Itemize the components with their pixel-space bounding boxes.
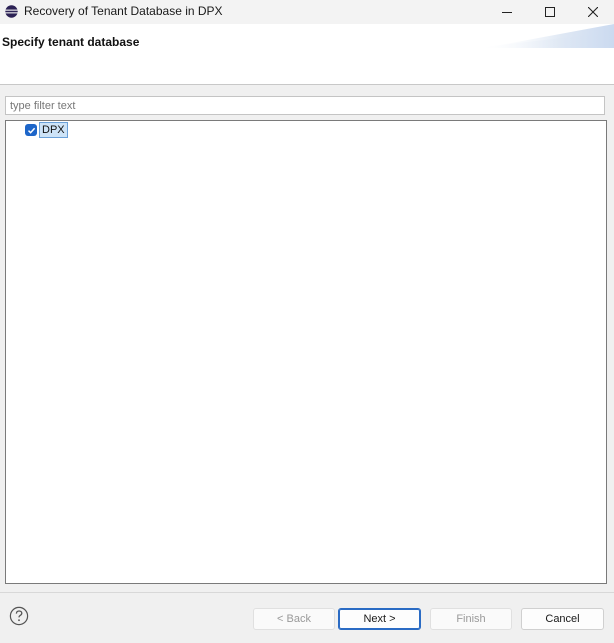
wizard-window: Recovery of Tenant Database in DPX Speci… (0, 0, 614, 643)
minimize-button[interactable] (485, 0, 529, 24)
eclipse-app-icon (5, 5, 18, 18)
finish-button[interactable]: Finish (430, 608, 512, 630)
title-bar: Recovery of Tenant Database in DPX (0, 0, 614, 24)
tree-item-dpx[interactable]: DPX (25, 122, 68, 138)
maximize-icon (545, 7, 555, 17)
button-bar-divider (0, 592, 614, 593)
tree-item-label[interactable]: DPX (39, 122, 68, 138)
help-icon[interactable] (9, 606, 29, 626)
next-button[interactable]: Next > (338, 608, 421, 630)
filter-input[interactable] (5, 96, 605, 115)
database-tree[interactable]: DPX (5, 120, 607, 584)
close-button[interactable] (571, 0, 614, 24)
back-button[interactable]: < Back (253, 608, 335, 630)
window-title: Recovery of Tenant Database in DPX (24, 4, 223, 18)
header-banner-graphic (474, 24, 614, 48)
wizard-header: Specify tenant database (0, 24, 614, 85)
page-title: Specify tenant database (2, 35, 140, 49)
cancel-button[interactable]: Cancel (521, 608, 604, 630)
minimize-icon (502, 12, 512, 13)
checkbox-checked-icon[interactable] (25, 124, 37, 136)
close-icon (588, 7, 598, 17)
maximize-button[interactable] (528, 0, 572, 24)
